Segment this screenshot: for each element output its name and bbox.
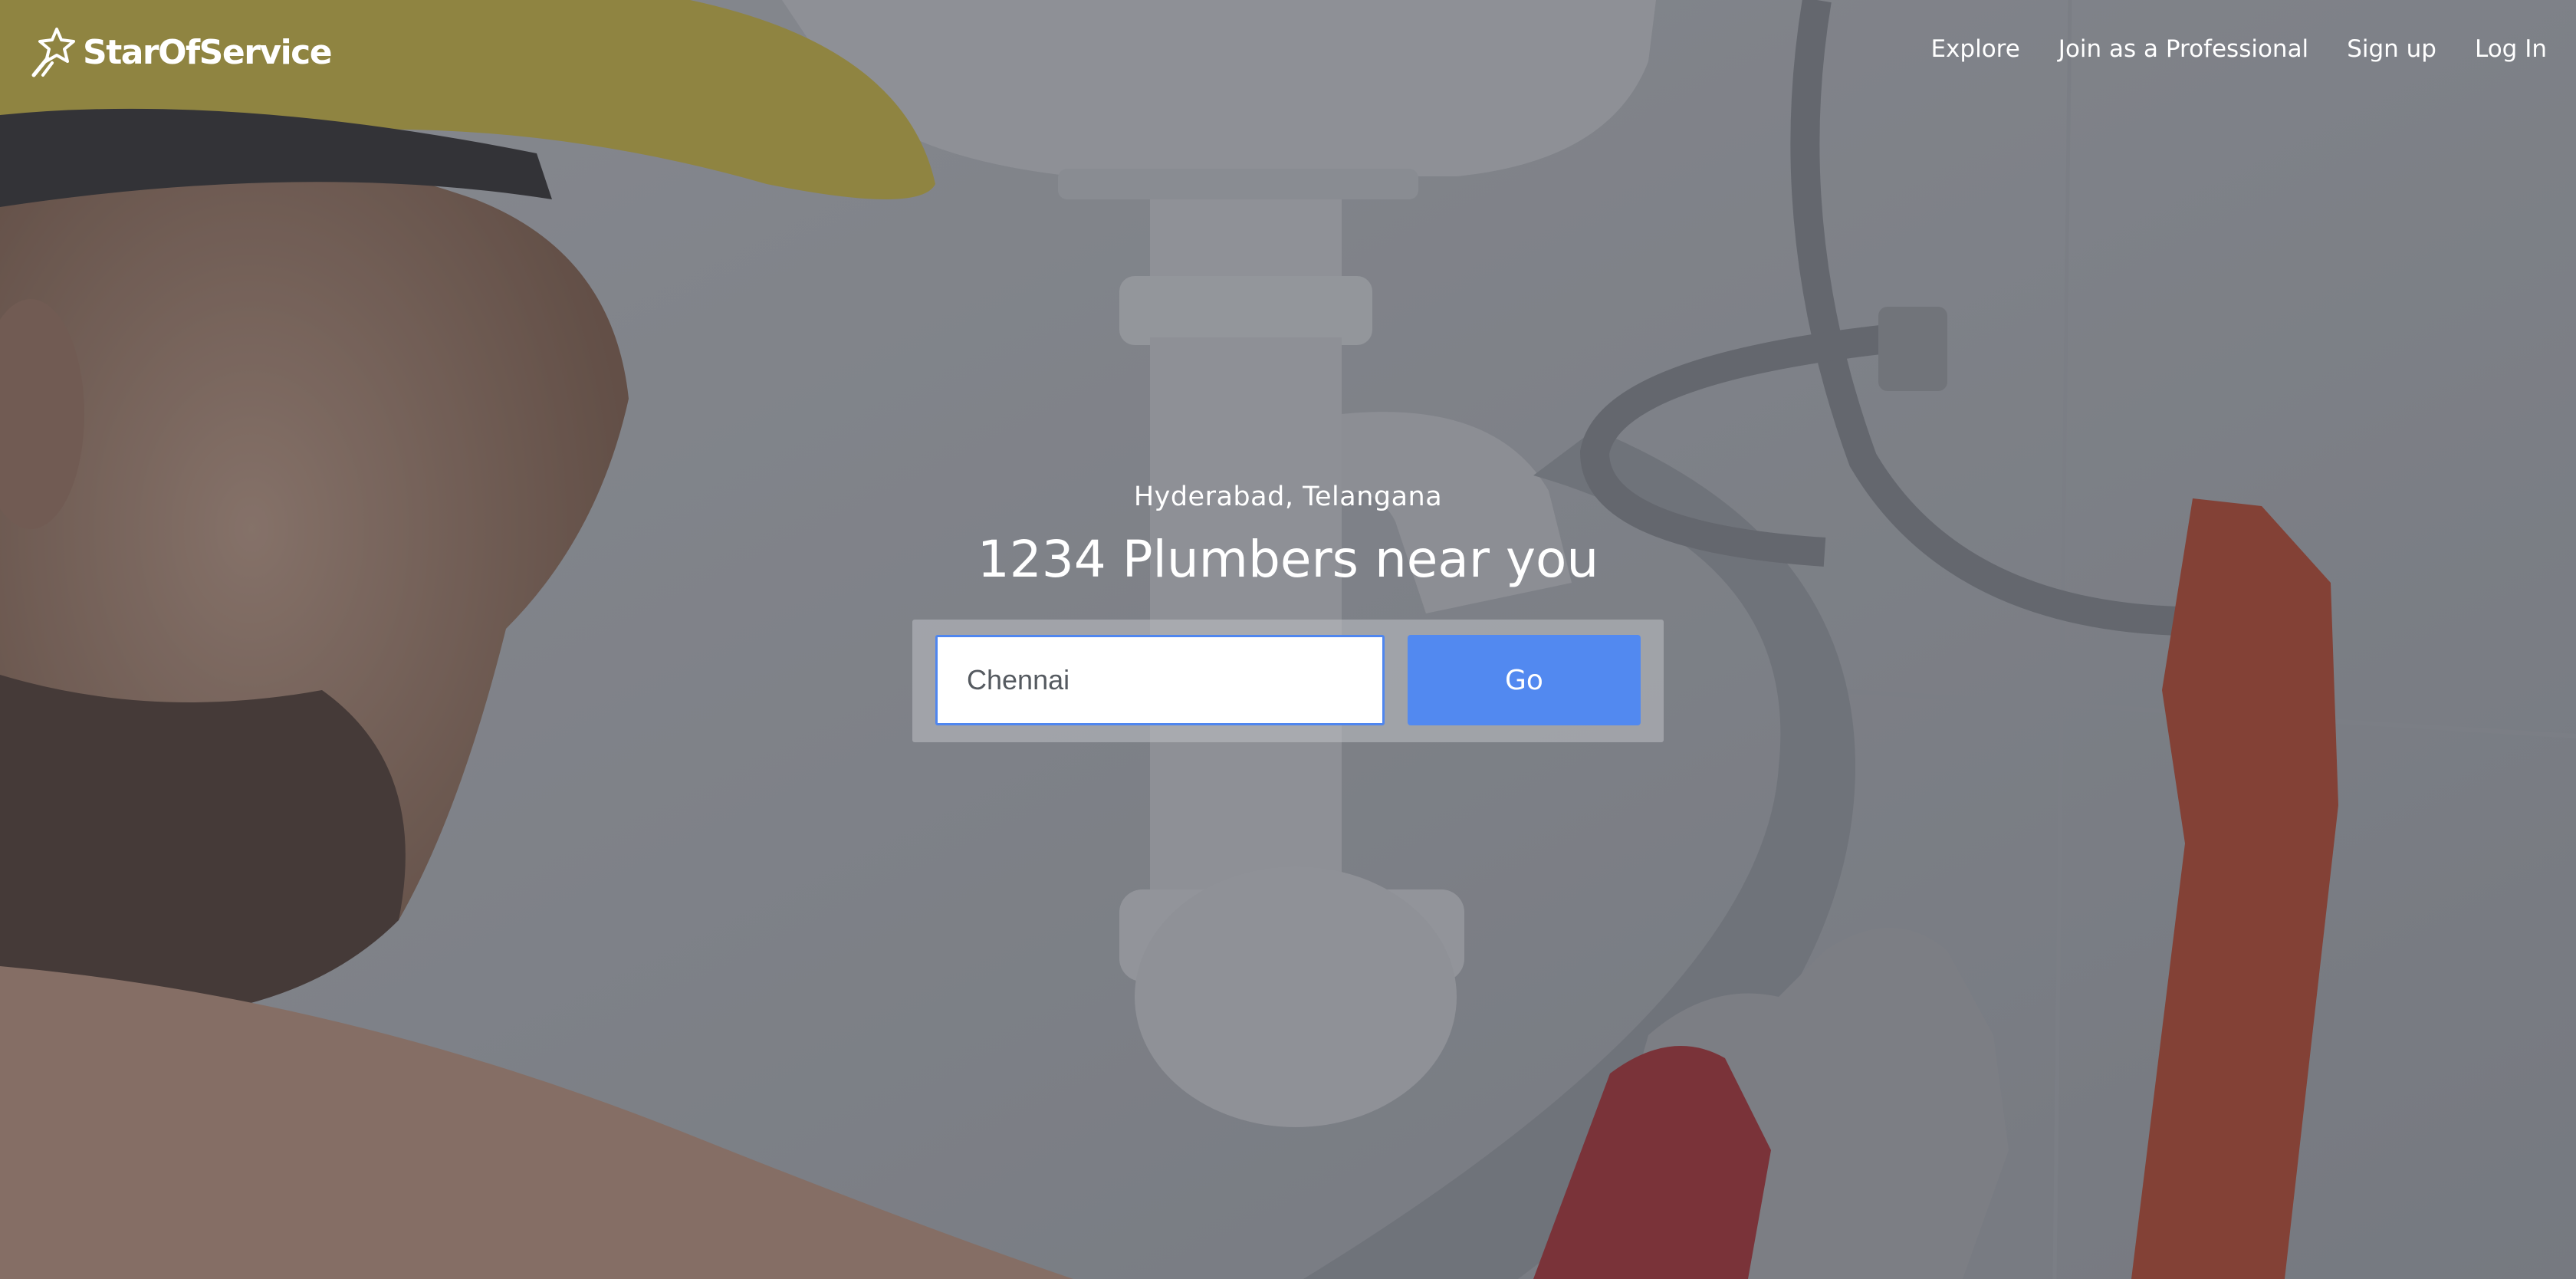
nav-signup-link[interactable]: Sign up bbox=[2347, 35, 2436, 63]
go-button[interactable]: Go bbox=[1408, 635, 1641, 725]
nav-join-professional-link[interactable]: Join as a Professional bbox=[2058, 35, 2308, 63]
nav-explore-link[interactable]: Explore bbox=[1930, 35, 2019, 63]
search-panel: Go bbox=[912, 620, 1664, 742]
location-subtitle: Hyderabad, Telangana bbox=[1133, 482, 1443, 512]
hero-section: Hyderabad, Telangana 1234 Plumbers near … bbox=[0, 475, 2576, 592]
page: StarOfService Explore Join as a Professi… bbox=[0, 0, 2576, 1279]
brand-name: StarOfService bbox=[83, 32, 333, 72]
top-header: StarOfService Explore Join as a Professi… bbox=[0, 0, 2576, 107]
brand-logo[interactable]: StarOfService bbox=[29, 25, 333, 80]
main-nav: Explore Join as a Professional Sign up L… bbox=[1892, 35, 2547, 63]
location-search-input[interactable] bbox=[935, 635, 1385, 725]
page-title: 1234 Plumbers near you bbox=[977, 530, 1599, 589]
star-runner-icon bbox=[31, 28, 75, 77]
nav-login-link[interactable]: Log In bbox=[2475, 35, 2547, 63]
